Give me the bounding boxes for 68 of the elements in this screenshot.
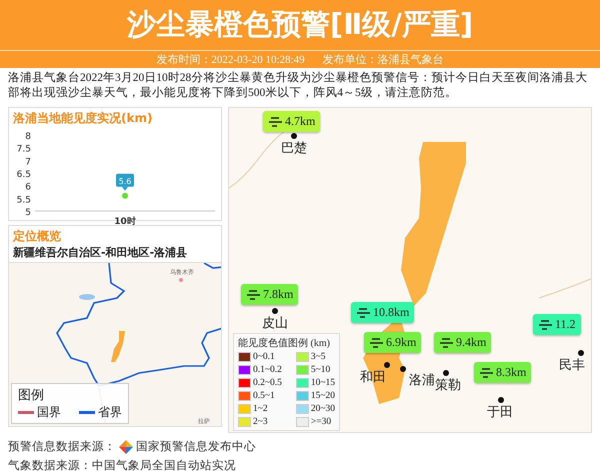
station-name: 巴楚 [281,142,307,156]
legend-label: 3~5 [310,352,326,362]
legend-label: 10~15 [310,378,336,388]
legend-label: 0~0.1 [253,352,275,362]
station-dot [498,397,504,403]
legend-label: 国界 [37,404,61,421]
legend-title: 图例 [18,387,45,404]
city-dot [179,278,183,282]
data-label: 5.6 [118,176,132,186]
legend-label: 1~2 [253,404,268,414]
visibility-badge: 7.8km [241,284,298,305]
lake-icon [79,294,95,300]
publish-time: 发布时间：2022-03-20 10:28:49 [156,53,305,67]
source-name: 国家预警信息发布中心 [136,439,256,454]
dust-icon [268,116,282,128]
legend-label: 5~10 [310,364,330,374]
dust-icon [246,288,260,300]
y-tick-label: 7 [25,157,31,168]
visibility-badge: 10.8km [351,302,414,323]
station-name: 和田 [360,371,386,385]
y-tick-label: 6.5 [16,170,31,180]
dust-icon [369,336,383,348]
y-tick-label: 5 [25,208,31,218]
station-name: 皮山 [262,317,288,331]
y-tick-label: 5.5 [16,195,31,206]
visibility-badge: 8.3km [474,362,532,383]
legend-label: >=30 [310,416,332,426]
y-tick-label: 8 [25,132,31,142]
diamond-logo-icon [119,440,133,454]
y-tick-label: 7.5 [16,144,31,155]
station-name: 洛浦 [409,374,435,388]
legend-label: 15~20 [310,390,336,400]
region-path: 新疆维吾尔自治区-和田地区-洛浦县 [12,245,188,260]
dust-icon [439,336,453,348]
data-label: 5.6 [116,174,134,191]
legend-label: 0.5~1 [253,390,275,400]
warning-title: 沙尘暴橙色预警[Ⅱ级/严重] [126,6,474,43]
source-label: 预警信息数据来源： [8,439,116,454]
station-name: 于田 [487,406,513,420]
boundary-line [538,278,591,298]
chart-title: 洛浦当地能见度实况(km) [12,110,154,127]
legend-label: 省界 [98,404,122,421]
legend-title: 能见度色值图例 (km) [238,336,331,350]
visibility-badge: 11.2 [533,314,581,335]
station-dot [272,308,278,314]
visibility-badge: 9.4km [434,332,492,353]
legend-label: 2~3 [253,416,268,426]
y-tick-label: 6 [25,182,31,193]
warning-description: 洛浦县气象台2022年3月20日10时28分将沙尘暴黄色升级为沙尘暴橙色预警信号：预计今日白天至夜间洛浦县大部将出现强沙尘暴天气，最小能见度将下降到500米以下，阵风4～5级，请注意防范。 [8,71,588,101]
legend-label: 0.2~0.5 [253,378,282,388]
station-name: 民丰 [559,359,585,373]
dust-icon [479,366,493,378]
location-title: 定位概览 [12,228,62,245]
visibility-badge: 4.7km [263,111,320,132]
station-dot [291,133,297,139]
station-dot [443,370,449,376]
x-tick-label: 10时 [114,217,136,227]
publisher: 发布单位：洛浦县气象台 [322,53,444,67]
legend-label: 0.1~0.2 [253,364,282,374]
legend-label: 20~30 [310,404,336,414]
visibility-badge: 6.9km [364,332,422,353]
weather-source: 气象数据来源：中国气象局全国自动站实况 [8,457,237,471]
dust-icon [356,306,370,318]
dust-icon [538,318,552,330]
data-point [122,192,128,199]
station-name: 策勒 [435,379,461,393]
station-dot [578,350,584,356]
county-area [111,331,125,362]
